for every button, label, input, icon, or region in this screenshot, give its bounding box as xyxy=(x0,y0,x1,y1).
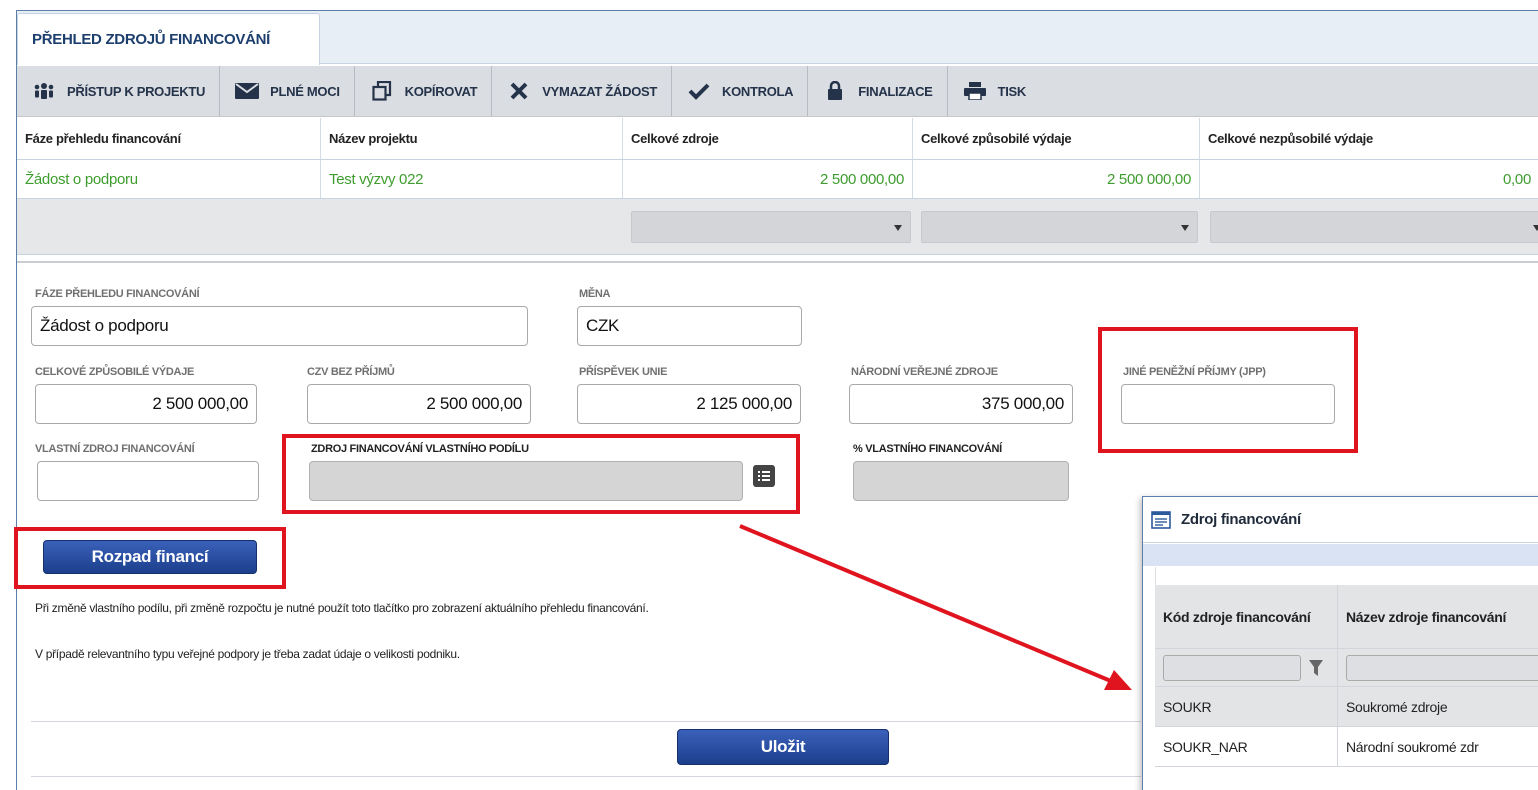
table-cell: Národní soukromé zdr xyxy=(1338,727,1538,766)
table-cell: SOUKR_NAR xyxy=(1155,727,1338,766)
col-header-kod[interactable]: Kód zdroje financování xyxy=(1155,585,1338,648)
table-row[interactable]: SOUKR Soukromé zdroje xyxy=(1155,687,1538,727)
filter-kod-input[interactable] xyxy=(1163,654,1301,681)
dialog-band xyxy=(1143,544,1538,566)
filter-nazev-input[interactable] xyxy=(1346,654,1538,681)
window-icon xyxy=(1151,510,1171,529)
filter-nazev-cell xyxy=(1338,649,1538,686)
table-row[interactable]: SOUKR_NAR Národní soukromé zdr xyxy=(1155,727,1538,767)
dialog-spacer xyxy=(1155,567,1538,585)
dialog-title-bar: Zdroj financování xyxy=(1143,497,1538,543)
table-cell: SOUKR xyxy=(1155,687,1338,726)
zdroj-financovani-dialog: Zdroj financování Kód zdroje financování… xyxy=(1142,496,1538,790)
dialog-filter-row xyxy=(1155,649,1538,687)
col-header-nazev-zdroje[interactable]: Název zdroje financování xyxy=(1338,585,1538,648)
filter-icon[interactable] xyxy=(1309,659,1323,676)
table-cell: Soukromé zdroje xyxy=(1338,687,1538,726)
dialog-table: Kód zdroje financování Název zdroje fina… xyxy=(1155,585,1538,767)
filter-kod-cell xyxy=(1155,649,1338,686)
dialog-title: Zdroj financování xyxy=(1181,511,1301,528)
dialog-table-header: Kód zdroje financování Název zdroje fina… xyxy=(1155,585,1538,649)
